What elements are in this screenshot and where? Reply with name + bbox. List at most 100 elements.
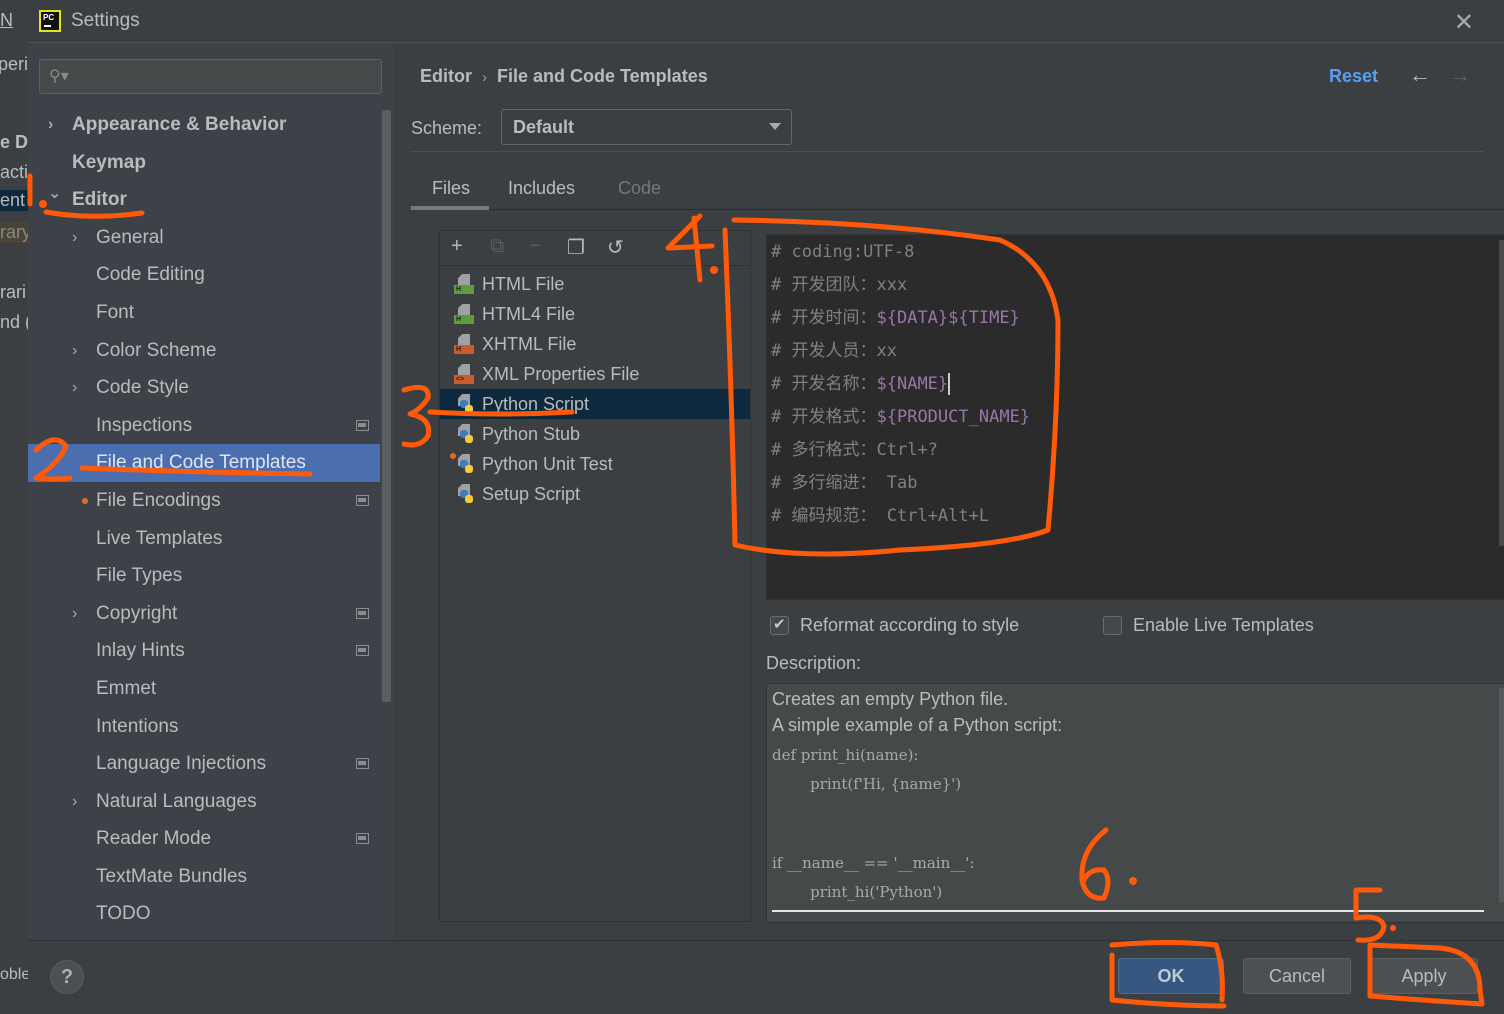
- sidebar-item-label: Natural Languages: [96, 790, 257, 812]
- chevron-right-icon[interactable]: ›: [72, 595, 77, 633]
- sidebar-item-file-and-code-templates[interactable]: File and Code Templates: [28, 444, 380, 482]
- template-item-xhtml-file[interactable]: H XHTML File: [440, 329, 750, 359]
- python-file-icon: [454, 484, 474, 504]
- sidebar-item-emmet[interactable]: Emmet: [28, 670, 380, 708]
- sidebar-item-copyright[interactable]: › Copyright: [28, 595, 380, 633]
- description-divider: [772, 910, 1484, 912]
- description-code-line: print_hi('Python'): [772, 883, 943, 901]
- sidebar-item-code-style[interactable]: › Code Style: [28, 369, 380, 407]
- code-line: # 多行格式：Ctrl+?: [771, 440, 938, 460]
- checkbox-unchecked-icon: [1103, 616, 1122, 635]
- chevron-right-icon[interactable]: ›: [48, 106, 53, 144]
- background-fragment: ent: [0, 190, 29, 211]
- editor-scrollbar[interactable]: [1499, 240, 1504, 546]
- code-line: # 开发时间：${DATA}${TIME}: [771, 308, 1020, 328]
- breadcrumb-editor[interactable]: Editor: [420, 66, 472, 86]
- remove-icon: −: [530, 235, 542, 257]
- chevron-right-icon[interactable]: ›: [72, 783, 77, 821]
- modified-indicator-icon: [450, 453, 456, 459]
- reset-icon[interactable]: ↺: [607, 235, 624, 260]
- code-line: # 多行缩进： Tab: [771, 473, 918, 493]
- chevron-right-icon[interactable]: ›: [72, 369, 77, 407]
- description-scrollbar[interactable]: [1499, 688, 1504, 902]
- background-fragment: peri: [0, 54, 29, 74]
- sidebar-item-file-encodings[interactable]: File Encodings: [28, 482, 380, 520]
- ok-button[interactable]: OK: [1118, 958, 1224, 994]
- sidebar-item-language-injections[interactable]: Language Injections: [28, 745, 380, 783]
- project-level-icon: [356, 494, 369, 506]
- sidebar-item-natural-languages[interactable]: › Natural Languages: [28, 783, 380, 821]
- apply-button[interactable]: Apply: [1370, 958, 1478, 994]
- sidebar-item-color-scheme[interactable]: › Color Scheme: [28, 332, 380, 370]
- sidebar-item-code-editing[interactable]: Code Editing: [28, 256, 380, 294]
- sidebar-item-file-types[interactable]: File Types: [28, 557, 380, 595]
- divider: [410, 151, 1484, 152]
- background-ide-window: N peri e D acti ent rary rari nd ( oble: [0, 0, 30, 1014]
- sidebar-item-label: Language Injections: [96, 753, 267, 775]
- background-fragment: N: [0, 10, 13, 30]
- python-file-icon: [454, 454, 474, 474]
- project-level-icon: [356, 607, 369, 619]
- sidebar-item-label: File and Code Templates: [96, 452, 306, 474]
- sidebar-item-general[interactable]: › General: [28, 219, 380, 257]
- sidebar-item-label: Emmet: [96, 677, 157, 699]
- sidebar-item-label: File Encodings: [96, 489, 221, 511]
- template-item-python-stub[interactable]: Python Stub: [440, 419, 750, 449]
- checkbox-checked-icon: [770, 615, 789, 635]
- code-line: # 开发格式：${PRODUCT_NAME}: [771, 407, 1031, 427]
- python-file-icon: [454, 424, 474, 444]
- template-item-html-file[interactable]: H HTML File: [440, 269, 750, 299]
- template-name: Python Script: [482, 394, 590, 414]
- project-level-icon: [356, 419, 369, 431]
- breadcrumb: Editor › File and Code Templates: [420, 66, 708, 87]
- template-editor[interactable]: # coding:UTF-8 # 开发团队：xxx # 开发时间：${DATA}${…: [766, 234, 1504, 600]
- sidebar-item-reader-mode[interactable]: Reader Mode: [28, 820, 380, 858]
- search-input[interactable]: [76, 64, 371, 89]
- sidebar-item-keymap[interactable]: Keymap: [28, 144, 380, 182]
- add-icon[interactable]: +: [451, 235, 463, 258]
- chevron-right-icon[interactable]: ›: [72, 219, 77, 257]
- background-fragment: rary: [0, 222, 30, 243]
- template-item-python-unit-test[interactable]: Python Unit Test: [440, 449, 750, 479]
- tab-includes[interactable]: Includes: [508, 178, 575, 199]
- cancel-button[interactable]: Cancel: [1243, 958, 1351, 994]
- text-caret: [948, 373, 951, 395]
- template-tabs: Files Includes Code: [411, 164, 1504, 210]
- chevron-down-icon[interactable]: ⌄: [48, 175, 61, 213]
- settings-sidebar: ⚲▾ › Appearance & Behavior Keymap ⌄ Editor › G…: [28, 44, 394, 940]
- template-item-xml-properties-file[interactable]: <> XML Properties File: [440, 359, 750, 389]
- tab-files[interactable]: Files: [432, 178, 470, 199]
- scheme-dropdown[interactable]: Default: [501, 109, 792, 145]
- sidebar-item-appearance-behavior[interactable]: › Appearance & Behavior: [28, 106, 380, 144]
- chevron-right-icon[interactable]: ›: [72, 332, 77, 370]
- sidebar-item-editor[interactable]: ⌄ Editor: [28, 181, 380, 219]
- sidebar-item-label: Editor: [72, 189, 127, 211]
- sidebar-item-inspections[interactable]: Inspections: [28, 407, 380, 445]
- sidebar-item-textmate-bundles[interactable]: TextMate Bundles: [28, 858, 380, 896]
- pycharm-logo-icon: PC: [39, 10, 61, 32]
- copy-icon[interactable]: ❐: [567, 235, 585, 260]
- sidebar-item-font[interactable]: Font: [28, 294, 380, 332]
- sidebar-item-live-templates[interactable]: Live Templates: [28, 520, 380, 558]
- template-list-panel: + ⧉ − ❐ ↺ H HTML File H HTML4 File H XHTML Fi…: [439, 230, 751, 922]
- sidebar-item-inlay-hints[interactable]: Inlay Hints: [28, 632, 380, 670]
- sidebar-item-label: Code Editing: [96, 264, 205, 286]
- reset-link[interactable]: Reset: [1329, 66, 1378, 87]
- window-title: Settings: [71, 10, 140, 31]
- xml-file-icon: <>: [454, 364, 474, 384]
- sidebar-item-label: Reader Mode: [96, 828, 212, 850]
- close-icon[interactable]: ✕: [1454, 8, 1474, 37]
- help-button[interactable]: ?: [50, 960, 84, 994]
- back-arrow-icon[interactable]: ←: [1409, 62, 1431, 88]
- template-item-html4-file[interactable]: H HTML4 File: [440, 299, 750, 329]
- settings-search[interactable]: ⚲▾: [39, 59, 382, 94]
- sidebar-item-label: Appearance & Behavior: [72, 114, 287, 135]
- sidebar-item-label: Copyright: [96, 602, 178, 624]
- sidebar-item-intentions[interactable]: Intentions: [28, 708, 380, 746]
- template-item-python-script[interactable]: Python Script: [440, 389, 750, 419]
- template-options: Reformat according to style Enable Live …: [770, 612, 1470, 642]
- sidebar-item-todo[interactable]: TODO: [28, 895, 380, 933]
- reformat-label: Reformat according to style: [800, 615, 1020, 635]
- template-item-setup-script[interactable]: Setup Script: [440, 479, 750, 509]
- sidebar-scrollbar[interactable]: [382, 110, 391, 702]
